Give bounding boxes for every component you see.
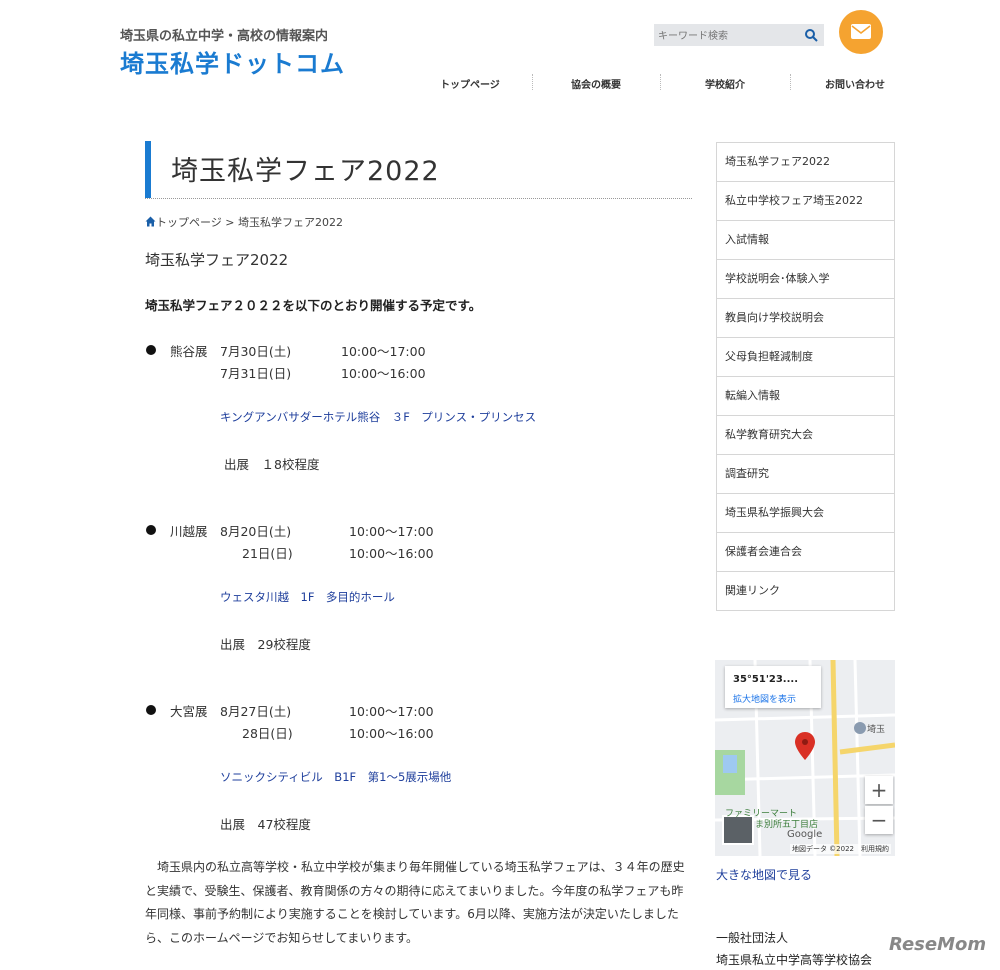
- fair-bullet: [146, 525, 156, 535]
- fair-time: 10:00～16:00: [349, 546, 434, 561]
- breadcrumb: トップページ > 埼玉私学フェア2022: [145, 214, 343, 230]
- fair-bullet: [146, 345, 156, 355]
- sidebar-item[interactable]: 父母負担軽減制度: [717, 338, 894, 377]
- embedded-map[interactable]: 35°51'23.... 拡大地図を表示 埼玉 ファミリーマート ま別所五丁目店…: [715, 660, 895, 856]
- page-title-block: 埼玉私学フェア2022: [145, 141, 692, 199]
- breadcrumb-current: 埼玉私学フェア2022: [238, 216, 343, 229]
- description-text: 埼玉県内の私立高等学校・私立中学校が集まり毎年開催している埼玉私学フェアは、３４…: [145, 860, 685, 945]
- fair-name: 大宮展: [170, 704, 208, 719]
- fair-time: 10:00～16:00: [341, 366, 426, 381]
- nav-separator: [660, 74, 661, 90]
- nav-item-top[interactable]: トップページ: [440, 76, 500, 91]
- search-box: [654, 24, 824, 48]
- fair-date: 28日(日): [242, 726, 293, 741]
- fair-exhibit: 出展 47校程度: [220, 817, 311, 832]
- fair-venue-link[interactable]: キングアンバサダーホテル熊谷 ３F プリンス・プリンセス: [220, 409, 536, 425]
- page-title: 埼玉私学フェア2022: [171, 156, 440, 187]
- sidebar-item[interactable]: 学校説明会･体験入学: [717, 260, 894, 299]
- google-logo: Google: [787, 829, 823, 840]
- search-input[interactable]: [654, 25, 798, 48]
- fair-date: 7月31日(日): [220, 366, 292, 381]
- org-name: 埼玉県私立中学高等学校協会: [716, 953, 873, 967]
- search-icon[interactable]: [804, 28, 818, 42]
- fair-exhibit: 出展 １8校程度: [224, 457, 320, 472]
- fair-bullet: [146, 705, 156, 715]
- nav-separator: [790, 74, 791, 90]
- zoom-in-button[interactable]: +: [865, 776, 893, 804]
- nav-item-schools[interactable]: 学校紹介: [705, 76, 745, 91]
- title-accent-bar: [145, 141, 151, 198]
- fair-venue-link[interactable]: ソニックシティビル B1F 第1～5展示場他: [220, 769, 451, 785]
- mail-button[interactable]: [839, 10, 883, 54]
- site-logo[interactable]: 埼玉私学ドットコム: [120, 44, 345, 79]
- fair-date: 7月30日(土): [220, 344, 292, 359]
- fair-date: 8月27日(土): [220, 704, 292, 719]
- sidebar-item[interactable]: 私学教育研究大会: [717, 416, 894, 455]
- site-tagline: 埼玉県の私立中学・高校の情報案内: [120, 29, 329, 44]
- watermark-logo: ReseMom: [889, 934, 987, 955]
- sidebar-item[interactable]: 保護者会連合会: [717, 533, 894, 572]
- sidebar-item[interactable]: 関連リンク: [717, 572, 894, 610]
- fair-date: 8月20日(土): [220, 524, 292, 539]
- sidebar-item[interactable]: 調査研究: [717, 455, 894, 494]
- map-info-card: 35°51'23.... 拡大地図を表示: [725, 666, 821, 708]
- fair-venue-link[interactable]: ウェスタ川越 1F 多目的ホール: [220, 589, 395, 605]
- zoom-out-button[interactable]: −: [865, 806, 893, 834]
- org-label: 一般社団法人: [716, 931, 789, 945]
- page-subtitle: 埼玉私学フェア2022: [145, 251, 289, 269]
- map-coordinates: 35°51'23....: [733, 674, 799, 685]
- breadcrumb-separator: >: [225, 216, 235, 229]
- sidebar-item[interactable]: 教員向け学校説明会: [717, 299, 894, 338]
- sidebar-item[interactable]: 入試情報: [717, 221, 894, 260]
- fair-time: 10:00～17:00: [341, 344, 426, 359]
- fair-name: 熊谷展: [170, 344, 208, 359]
- nav-item-about[interactable]: 協会の概要: [571, 76, 621, 91]
- sidebar-item[interactable]: 埼玉県私学振興大会: [717, 494, 894, 533]
- mail-icon: [851, 24, 871, 39]
- fair-time: 10:00～17:00: [349, 524, 434, 539]
- intro-text: 埼玉私学フェア２０２２を以下のとおり開催する予定です。: [145, 298, 482, 313]
- fair-exhibit: 出展 29校程度: [220, 637, 311, 652]
- main-nav: トップページ 協会の概要 学校紹介 お問い合わせ: [420, 74, 890, 91]
- breadcrumb-home-link[interactable]: トップページ: [156, 216, 222, 229]
- nav-separator: [532, 74, 533, 90]
- sidebar-item[interactable]: 転編入情報: [717, 377, 894, 416]
- fair-name: 川越展: [170, 524, 208, 539]
- sidebar-menu: 埼玉私学フェア2022 私立中学校フェア埼玉2022 入試情報 学校説明会･体験…: [716, 142, 895, 611]
- fair-time: 10:00～17:00: [349, 704, 434, 719]
- home-icon: [145, 216, 156, 227]
- sidebar-item[interactable]: 私立中学校フェア埼玉2022: [717, 182, 894, 221]
- sidebar-item[interactable]: 埼玉私学フェア2022: [717, 143, 894, 182]
- map-expand-link[interactable]: 拡大地図を表示: [733, 692, 796, 705]
- map-poi-label: 埼玉: [867, 725, 886, 735]
- nav-item-contact[interactable]: お問い合わせ: [825, 76, 885, 91]
- fair-time: 10:00～16:00: [349, 726, 434, 741]
- map-credit[interactable]: 地図データ ©2022 利用規約: [789, 844, 891, 854]
- fair-date: 21日(日): [242, 546, 293, 561]
- big-map-link[interactable]: 大きな地図で見る: [716, 866, 812, 883]
